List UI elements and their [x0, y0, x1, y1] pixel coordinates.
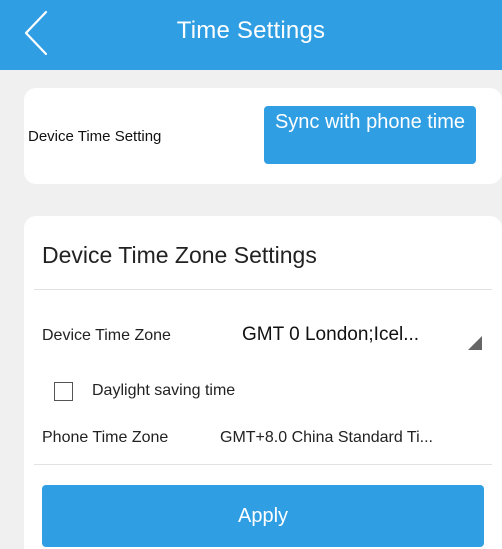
- section-title: Device Time Zone Settings: [42, 242, 317, 268]
- device-time-zone-value: GMT 0 London;Icel...: [242, 324, 420, 345]
- device-time-zone-select[interactable]: GMT 0 London;Icel...: [230, 316, 484, 356]
- divider: [34, 289, 492, 290]
- app-header: Time Settings: [0, 0, 502, 70]
- device-time-zone-label: Device Time Zone: [42, 327, 171, 344]
- phone-time-zone-label: Phone Time Zone: [42, 429, 169, 446]
- time-zone-card: Device Time Zone Settings Device Time Zo…: [24, 216, 502, 549]
- apply-button[interactable]: Apply: [42, 485, 484, 547]
- dropdown-triangle-icon: [468, 336, 482, 350]
- sync-with-phone-time-button[interactable]: Sync with phone time: [264, 106, 476, 164]
- daylight-saving-checkbox[interactable]: [54, 382, 73, 401]
- page-title: Time Settings: [176, 17, 326, 44]
- phone-time-zone-value: GMT+8.0 China Standard Ti...: [220, 429, 433, 446]
- divider: [34, 464, 492, 465]
- device-time-setting-label: Device Time Setting: [28, 128, 162, 145]
- daylight-saving-label: Daylight saving time: [92, 382, 236, 399]
- device-time-card: Device Time Setting Sync with phone time: [24, 88, 502, 184]
